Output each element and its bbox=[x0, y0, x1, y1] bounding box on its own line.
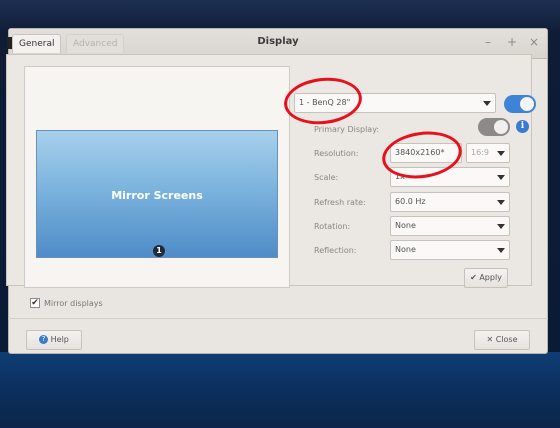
help-button[interactable]: ? Help bbox=[26, 330, 82, 350]
monitor-number-badge: 1 bbox=[153, 245, 165, 257]
refresh-rate-select[interactable]: 60.0 Hz bbox=[390, 192, 510, 212]
info-icon[interactable]: i bbox=[516, 120, 529, 133]
chevron-down-icon bbox=[483, 101, 491, 106]
scale-label: Scale: bbox=[314, 173, 339, 182]
maximize-button[interactable]: + bbox=[507, 35, 517, 49]
aspect-ratio-value: 16:9 bbox=[471, 148, 489, 157]
refresh-rate-value: 60.0 Hz bbox=[395, 197, 426, 206]
reflection-label: Reflection: bbox=[314, 246, 357, 255]
desktop-background bbox=[0, 352, 560, 428]
rotation-select[interactable]: None bbox=[390, 216, 510, 236]
chevron-down-icon bbox=[497, 224, 505, 229]
tab-general[interactable]: General bbox=[12, 34, 62, 53]
toggle-knob bbox=[494, 120, 508, 134]
check-icon: ✔ bbox=[470, 273, 477, 282]
close-button-label: Close bbox=[495, 335, 518, 344]
reflection-select[interactable]: None bbox=[390, 240, 510, 260]
divider bbox=[8, 318, 548, 319]
apply-button-label: Apply bbox=[479, 273, 502, 282]
resolution-label: Resolution: bbox=[314, 149, 359, 158]
mirror-displays-label: Mirror displays bbox=[44, 299, 103, 308]
chevron-down-icon bbox=[497, 248, 505, 253]
toggle-knob bbox=[520, 97, 534, 111]
preview-label: Mirror Screens bbox=[111, 189, 203, 202]
refresh-rate-label: Refresh rate: bbox=[314, 198, 366, 207]
monitor-preview[interactable]: Mirror Screens 1 bbox=[36, 130, 278, 258]
display-enabled-toggle[interactable] bbox=[504, 95, 536, 113]
primary-display-toggle[interactable] bbox=[478, 118, 510, 136]
close-button[interactable]: ✕ Close bbox=[474, 330, 530, 350]
tab-advanced[interactable]: Advanced bbox=[66, 34, 125, 53]
close-window-button[interactable]: × bbox=[529, 35, 539, 49]
rotation-label: Rotation: bbox=[314, 222, 351, 231]
aspect-ratio-select[interactable]: 16:9 bbox=[466, 143, 510, 163]
mirror-displays-checkbox[interactable]: ✔ bbox=[30, 298, 40, 308]
chevron-down-icon bbox=[497, 200, 505, 205]
minimize-button[interactable]: – bbox=[485, 35, 491, 49]
chevron-down-icon bbox=[497, 151, 505, 156]
chevron-down-icon bbox=[497, 175, 505, 180]
close-icon: ✕ bbox=[486, 335, 494, 344]
reflection-value: None bbox=[395, 245, 416, 254]
rotation-value: None bbox=[395, 221, 416, 230]
apply-button[interactable]: ✔ Apply bbox=[464, 268, 508, 288]
primary-display-label: Primary Display: bbox=[314, 125, 380, 134]
help-icon: ? bbox=[39, 335, 49, 344]
help-button-label: Help bbox=[50, 335, 69, 344]
